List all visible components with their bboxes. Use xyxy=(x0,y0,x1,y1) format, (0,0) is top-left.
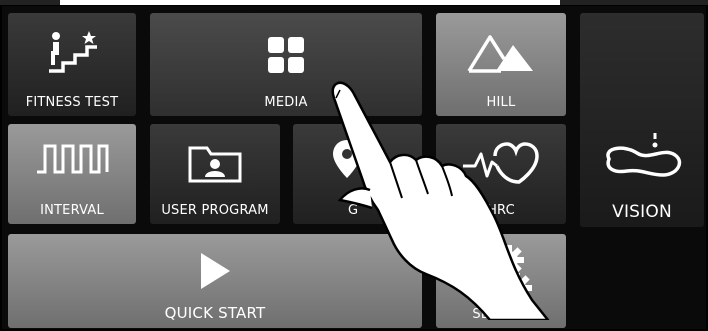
play-icon xyxy=(201,253,230,289)
hill-tile[interactable]: HILL xyxy=(436,13,566,116)
media-tile[interactable]: MEDIA xyxy=(150,13,422,116)
setting-tile[interactable]: SETTING xyxy=(436,234,566,328)
map-pin-icon xyxy=(333,140,362,178)
interval-wave-icon xyxy=(37,144,109,174)
quick-start-label: QUICK START xyxy=(164,304,266,322)
vision-label: VISION xyxy=(612,202,672,222)
mountain-icon xyxy=(467,35,533,73)
hrc-label: HRC xyxy=(487,203,515,218)
media-label: MEDIA xyxy=(264,95,308,110)
vision-tile[interactable]: VISION xyxy=(580,13,704,227)
hrc-tile[interactable]: HRC xyxy=(436,124,566,224)
fitness-test-tile[interactable]: FITNESS TEST xyxy=(8,13,136,116)
quick-start-tile[interactable]: QUICK START xyxy=(8,234,422,328)
interval-tile[interactable]: INTERVAL xyxy=(8,124,136,224)
gps-label: G xyxy=(348,203,359,218)
top-bar xyxy=(0,0,708,6)
hill-label: HILL xyxy=(486,95,516,110)
stairs-icon xyxy=(49,31,97,73)
top-bar-segment xyxy=(0,0,60,5)
setting-label: SETTING xyxy=(472,307,530,322)
gears-icon xyxy=(473,245,532,303)
interval-label: INTERVAL xyxy=(40,203,104,218)
fitness-test-label: FITNESS TEST xyxy=(25,95,119,110)
lake-icon xyxy=(606,133,682,177)
top-bar-segment xyxy=(560,0,708,5)
user-program-tile[interactable]: USER PROGRAM xyxy=(150,124,280,224)
user-folder-icon xyxy=(188,146,242,183)
heart-rate-icon xyxy=(463,142,539,184)
grid-icon xyxy=(268,37,304,73)
gps-tile[interactable]: G xyxy=(293,124,422,224)
user-program-label: USER PROGRAM xyxy=(161,203,269,218)
